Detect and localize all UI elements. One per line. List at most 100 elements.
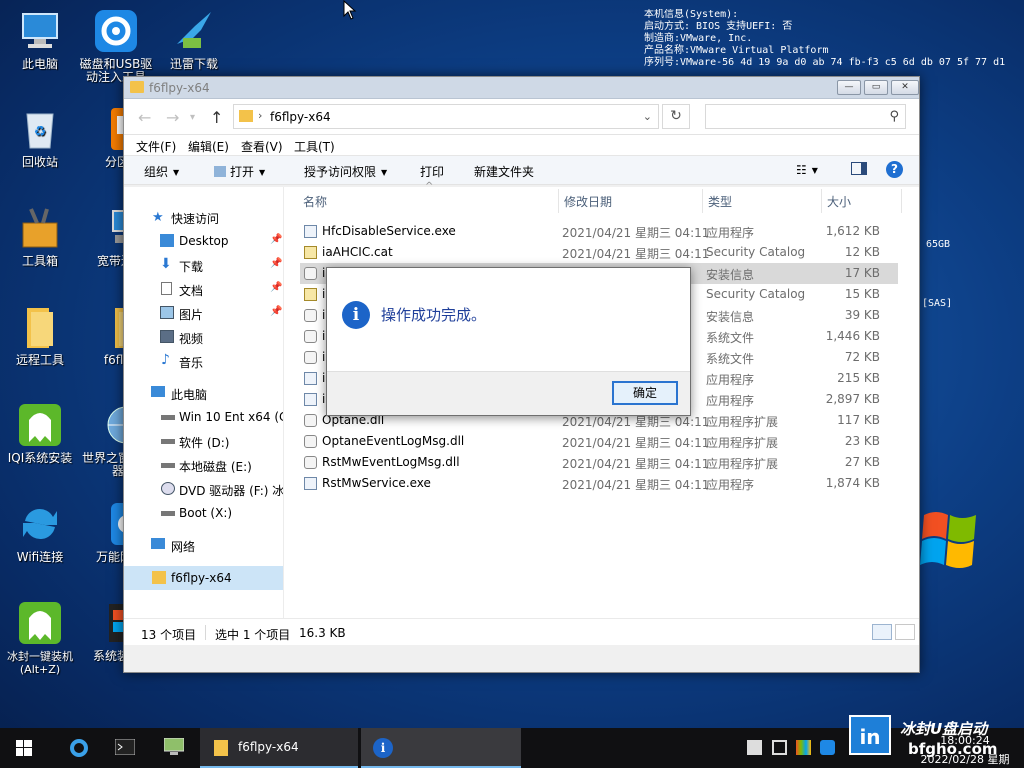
taskbar-dialog-window[interactable]: i xyxy=(361,728,521,768)
dialog-title-bar[interactable] xyxy=(327,268,690,290)
nav-this-pc[interactable]: 此电脑 xyxy=(124,382,283,404)
nav-downloads[interactable]: ⬇ 下载 📌 xyxy=(124,254,283,276)
print-button[interactable]: 打印 xyxy=(420,163,444,180)
tray-app-icon[interactable] xyxy=(820,740,835,755)
terminal-icon xyxy=(115,739,135,755)
search-icon: ⚲ xyxy=(889,109,899,124)
address-bar[interactable]: › f6flpy-x64 ⌄ xyxy=(233,104,659,129)
chevron-down-icon: ▼ xyxy=(259,168,266,177)
start-button[interactable] xyxy=(0,728,48,768)
menu-edit[interactable]: 编辑(E) xyxy=(188,138,229,155)
desktop-icon-toolbox[interactable]: 工具箱 xyxy=(0,205,80,268)
nav-label: Boot (X:) xyxy=(179,506,233,520)
taskbar-explorer-window[interactable]: f6flpy-x64 xyxy=(200,728,358,768)
nav-pictures[interactable]: 图片 📌 xyxy=(124,302,283,324)
nav-label: Win 10 Ent x64 (C:) xyxy=(179,410,283,424)
help-icon: ? xyxy=(886,161,903,178)
column-name[interactable]: 名称 xyxy=(303,193,327,210)
ghost-icon xyxy=(17,600,63,646)
desktop-icon-wifi[interactable]: Wifi连接 xyxy=(0,501,80,564)
back-arrow-icon[interactable]: ← xyxy=(138,108,151,127)
menu-file[interactable]: 文件(F) xyxy=(136,138,176,155)
organize-button[interactable]: 组织 ▼ xyxy=(144,163,179,180)
nav-documents[interactable]: 文档 📌 xyxy=(124,278,283,300)
up-arrow-icon[interactable]: ↑ xyxy=(210,108,223,127)
large-icons-view-button[interactable] xyxy=(895,624,915,640)
nav-drive-e[interactable]: 本地磁盘 (E:) xyxy=(124,454,283,476)
chevron-down-icon[interactable]: ⌄ xyxy=(643,110,652,123)
tray-network-icon[interactable] xyxy=(747,740,762,755)
nav-current-folder[interactable]: f6flpy-x64 xyxy=(124,566,283,590)
pin-icon[interactable]: 📌 xyxy=(270,258,282,269)
preview-pane-button[interactable] xyxy=(851,162,867,178)
menu-tools[interactable]: 工具(T) xyxy=(294,138,335,155)
tray-color-icon[interactable] xyxy=(796,740,811,755)
nav-drive-x[interactable]: Boot (X:) xyxy=(124,502,283,524)
file-size: 12 KB xyxy=(844,245,880,259)
column-type[interactable]: 类型 xyxy=(708,193,732,210)
breadcrumb-chevron-icon[interactable]: › xyxy=(258,109,262,122)
table-row[interactable]: iaAHCIC.cat 2021/04/21 星期三 04:11 Security … xyxy=(300,242,898,263)
menu-view[interactable]: 查看(V) xyxy=(241,138,283,155)
windows-logo-icon xyxy=(920,512,976,568)
column-divider[interactable] xyxy=(821,189,822,213)
minimize-button[interactable]: — xyxy=(837,80,861,95)
nav-drive-c[interactable]: Win 10 Ent x64 (C:) xyxy=(124,406,283,428)
nav-drive-f[interactable]: DVD 驱动器 (F:) 冰封 xyxy=(124,478,283,500)
forward-arrow-icon[interactable]: → xyxy=(166,108,179,127)
table-row[interactable]: HfcDisableService.exe 2021/04/21 星期三 04:1… xyxy=(300,221,898,242)
taskbar-monitor-app[interactable] xyxy=(157,728,191,768)
nav-videos[interactable]: 视频 xyxy=(124,326,283,348)
view-options-button[interactable]: ☷ ▼ xyxy=(796,163,818,177)
nav-drive-d[interactable]: 软件 (D:) xyxy=(124,430,283,452)
search-input[interactable]: ⚲ xyxy=(705,104,906,129)
nav-label: f6flpy-x64 xyxy=(171,571,232,585)
drive-icon xyxy=(161,415,175,420)
folder-icon xyxy=(152,571,166,584)
pin-icon[interactable]: 📌 xyxy=(270,282,282,293)
column-divider[interactable] xyxy=(901,189,902,213)
desktop-icon-recycle-bin[interactable]: ♻ 回收站 xyxy=(0,106,80,169)
refresh-button[interactable]: ↻ xyxy=(662,104,690,129)
nav-music[interactable]: ♪ 音乐 xyxy=(124,350,283,372)
taskbar-window-label: f6flpy-x64 xyxy=(238,740,299,754)
column-divider[interactable] xyxy=(702,189,703,213)
desktop-icon-remote-tools[interactable]: 远程工具 xyxy=(0,304,80,367)
nav-desktop[interactable]: Desktop 📌 xyxy=(124,230,283,252)
details-view-button[interactable] xyxy=(872,624,892,640)
tray-display-icon[interactable] xyxy=(772,740,787,755)
close-button[interactable]: ✕ xyxy=(891,80,919,95)
desktop-icon-iqi-installer[interactable]: IQI系统安装 xyxy=(0,402,80,465)
column-date[interactable]: 修改日期 xyxy=(564,193,612,210)
table-row[interactable]: OptaneEventLogMsg.dll 2021/04/21 星期三 04:1… xyxy=(300,431,898,452)
maximize-button[interactable]: ▭ xyxy=(864,80,888,95)
help-button[interactable]: ? xyxy=(886,161,903,178)
ghost-icon xyxy=(17,402,63,448)
column-divider[interactable] xyxy=(558,189,559,213)
desktop-icon-thunder[interactable]: 迅雷下载 xyxy=(154,8,234,71)
nav-quick-access[interactable]: ★ 快速访问 xyxy=(124,206,283,228)
pin-icon[interactable]: 📌 xyxy=(270,234,282,245)
title-bar[interactable]: f6flpy-x64 — ▭ ✕ xyxy=(124,77,919,99)
open-button[interactable]: 打开 ▼ xyxy=(214,163,265,180)
selected-size: 16.3 KB xyxy=(299,626,346,640)
table-row[interactable]: RstMwEventLogMsg.dll 2021/04/21 星期三 04:11… xyxy=(300,452,898,473)
pin-icon[interactable]: 📌 xyxy=(270,306,282,317)
share-button[interactable]: 授予访问权限 ▼ xyxy=(304,163,387,180)
table-row[interactable]: RstMwService.exe 2021/04/21 星期三 04:11 应用程序… xyxy=(300,473,898,494)
taskbar-terminal[interactable] xyxy=(108,728,142,768)
desktop-icon-usb-driver-tool[interactable]: 磁盘和USB驱动注入工具 xyxy=(76,8,156,84)
recent-chevron-icon[interactable]: ▾ xyxy=(190,112,195,123)
clock[interactable]: 18:00:24 2022/02/28 星期一 xyxy=(920,733,1010,768)
taskbar-gear-app[interactable] xyxy=(62,728,96,768)
ok-button[interactable]: 确定 xyxy=(612,381,678,405)
window-title: f6flpy-x64 xyxy=(149,81,210,95)
desktop-icon-bingfeng-installer[interactable]: 冰封一键装机(Alt+Z) V8.0.0.0 xyxy=(0,600,80,676)
bird-icon xyxy=(171,8,217,54)
desktop-icon-this-pc[interactable]: 此电脑 xyxy=(0,8,80,71)
address-row: ← → ▾ ↑ › f6flpy-x64 ⌄ ↻ ⚲ xyxy=(124,99,919,135)
column-size[interactable]: 大小 xyxy=(827,193,851,210)
music-note-icon: ♪ xyxy=(161,352,170,368)
nav-network[interactable]: 网络 xyxy=(124,534,283,556)
new-folder-button[interactable]: 新建文件夹 xyxy=(474,163,534,180)
